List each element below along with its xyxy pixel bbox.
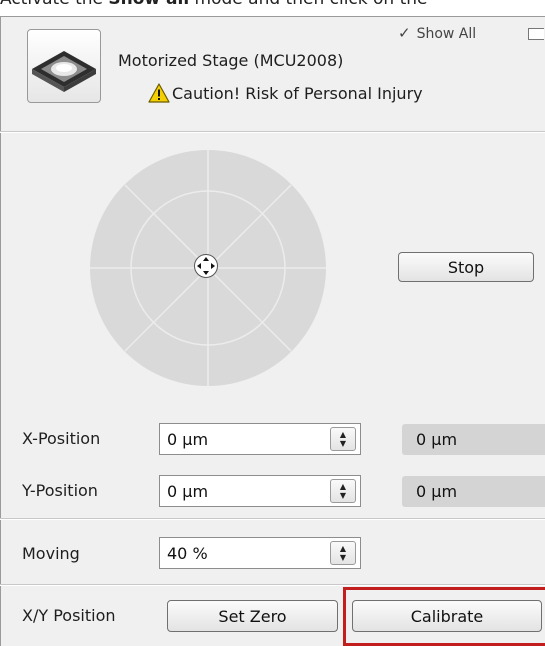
spin-up-icon[interactable]: ▲	[340, 482, 346, 491]
header-divider-highlight	[0, 132, 545, 133]
spin-down-icon[interactable]: ▼	[340, 439, 346, 448]
undock-icon[interactable]	[528, 28, 544, 40]
x-position-value[interactable]: 0 µm	[160, 430, 330, 449]
stage-icon	[27, 29, 101, 103]
move-arrows-icon[interactable]	[193, 253, 219, 279]
spin-up-icon[interactable]: ▲	[340, 544, 346, 553]
xy-position-label: X/Y Position	[22, 606, 116, 625]
x-position-label: X-Position	[22, 429, 101, 448]
spin-down-icon[interactable]: ▼	[340, 491, 346, 500]
moving-speed-input[interactable]: 40 % ▲ ▼	[159, 537, 361, 569]
stop-button[interactable]: Stop	[398, 252, 534, 282]
device-title: Motorized Stage (MCU2008)	[118, 51, 344, 70]
y-position-label: Y-Position	[22, 481, 98, 500]
x-position-spinner[interactable]: ▲ ▼	[330, 427, 356, 451]
caption-bold: Show all	[108, 0, 189, 9]
moving-label: Moving	[22, 544, 80, 563]
checkmark-icon: ✓	[398, 24, 411, 42]
caption-suffix: mode and then click on the	[189, 0, 428, 9]
y-position-spinner[interactable]: ▲ ▼	[330, 479, 356, 503]
x-position-readout: 0 µm	[402, 424, 545, 455]
show-all-toggle[interactable]: ✓ Show All	[398, 24, 476, 42]
x-position-input[interactable]: 0 µm ▲ ▼	[159, 423, 361, 455]
caution-message: Caution! Risk of Personal Injury	[148, 83, 423, 103]
show-all-label: Show All	[416, 26, 477, 42]
spin-down-icon[interactable]: ▼	[340, 553, 346, 562]
y-position-readout: 0 µm	[402, 476, 545, 507]
spin-up-icon[interactable]: ▲	[340, 430, 346, 439]
caution-text: Caution! Risk of Personal Injury	[172, 83, 423, 103]
warning-icon	[148, 83, 170, 103]
moving-speed-value[interactable]: 40 %	[160, 544, 330, 563]
y-position-value[interactable]: 0 µm	[160, 482, 330, 501]
moving-divider-highlight	[0, 585, 545, 586]
instruction-caption: Activate the Show all mode and then clic…	[0, 0, 545, 11]
position-divider-highlight	[0, 519, 545, 520]
y-position-input[interactable]: 0 µm ▲ ▼	[159, 475, 361, 507]
calibrate-highlight-frame	[343, 587, 545, 646]
moving-speed-spinner[interactable]: ▲ ▼	[330, 541, 356, 565]
caption-prefix: Activate the	[0, 0, 108, 9]
set-zero-button[interactable]: Set Zero	[167, 600, 338, 632]
